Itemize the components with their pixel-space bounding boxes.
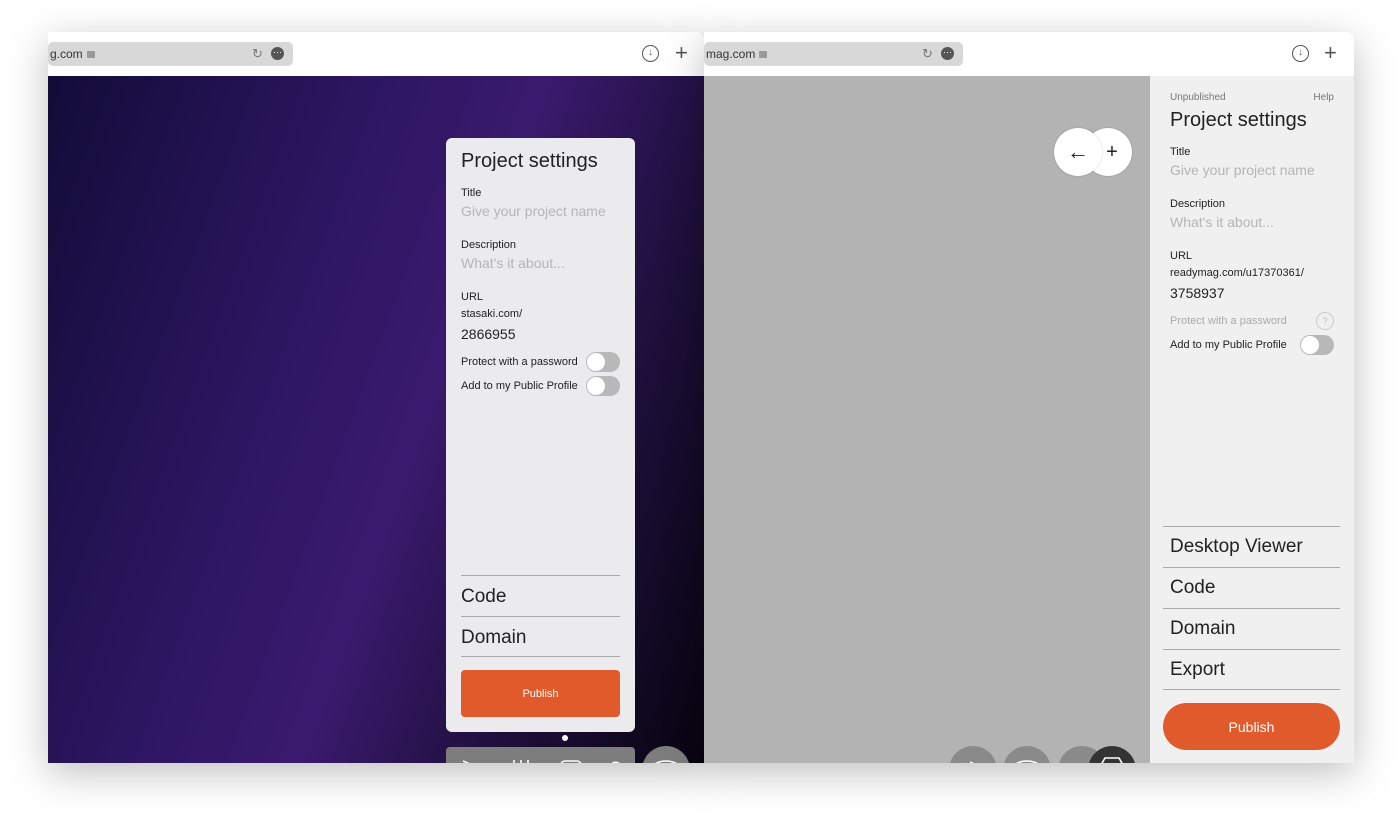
address-bar[interactable]: mag.com ↻ ··· bbox=[704, 42, 963, 66]
description-label: Description bbox=[1170, 198, 1226, 210]
project-settings-sidebar: Unpublished Help Project settings Title … bbox=[1150, 76, 1354, 763]
description-label: Description bbox=[461, 239, 517, 251]
columns-icon[interactable] bbox=[510, 758, 532, 763]
lock-icon bbox=[759, 51, 768, 58]
browser-toolbar: mag.com ↻ ··· ↓ + bbox=[704, 32, 1354, 76]
profile-row: Add to my Public Profile bbox=[1170, 333, 1334, 357]
section-domain[interactable]: Domain bbox=[1163, 608, 1340, 649]
lock-select-button[interactable] bbox=[949, 746, 997, 763]
password-row: Protect with a password bbox=[461, 350, 620, 374]
section-desktop-viewer[interactable]: Desktop Viewer bbox=[1163, 526, 1340, 567]
address-text: mag.com bbox=[706, 47, 756, 61]
password-toggle[interactable] bbox=[586, 352, 620, 372]
panel-title: Project settings bbox=[461, 150, 598, 172]
browser-window-right: mag.com ↻ ··· ↓ + + ← Unpublished Help P… bbox=[704, 32, 1354, 763]
cursor-icon[interactable] bbox=[459, 758, 483, 763]
help-icon[interactable]: ? bbox=[609, 757, 621, 763]
url-label: URL bbox=[461, 291, 484, 303]
settings-toggle-icon[interactable] bbox=[559, 758, 583, 763]
bottom-toolbar: ? bbox=[446, 747, 635, 763]
lock-icon bbox=[86, 51, 95, 58]
sidebar-header: Unpublished Help bbox=[1170, 92, 1334, 103]
download-icon[interactable]: ↓ bbox=[1292, 45, 1309, 62]
divider bbox=[1163, 689, 1340, 690]
description-input[interactable]: What's it about... bbox=[461, 255, 620, 271]
password-row: Protect with a password? bbox=[1170, 309, 1334, 333]
password-label: Protect with a password bbox=[461, 356, 578, 368]
section-export[interactable]: Export bbox=[1163, 649, 1340, 690]
profile-toggle[interactable] bbox=[586, 376, 620, 396]
reload-icon[interactable]: ↻ bbox=[922, 42, 933, 66]
title-label: Title bbox=[461, 187, 482, 199]
settings-button[interactable] bbox=[1088, 746, 1136, 763]
back-button[interactable]: ← bbox=[1054, 128, 1102, 176]
preview-button[interactable] bbox=[642, 746, 690, 763]
more-icon[interactable]: ··· bbox=[271, 47, 284, 60]
browser-toolbar: g.com ↻ ··· ↓ + bbox=[48, 32, 704, 76]
arrow-left-icon: ← bbox=[1067, 139, 1089, 164]
url-label: URL bbox=[1170, 250, 1193, 262]
eye-icon bbox=[654, 760, 678, 763]
eye-icon bbox=[1015, 760, 1039, 763]
url-domain: stasaki.com/ bbox=[461, 308, 523, 320]
section-code[interactable]: Code bbox=[461, 575, 620, 616]
section-code[interactable]: Code bbox=[1163, 567, 1340, 608]
url-domain: readymag.com/u17370361/ bbox=[1170, 267, 1304, 279]
profile-row: Add to my Public Profile bbox=[461, 374, 620, 398]
hexagon-settings-icon bbox=[1101, 757, 1123, 763]
locked-cursor-icon bbox=[961, 761, 975, 763]
divider bbox=[461, 656, 620, 657]
project-settings-panel: Project settings Title Give your project… bbox=[446, 138, 635, 732]
password-label: Protect with a password bbox=[1170, 315, 1287, 327]
new-tab-icon[interactable]: + bbox=[1324, 40, 1337, 66]
browser-window-left: g.com ↻ ··· ↓ + Project settings Title G… bbox=[48, 32, 704, 763]
password-help-icon[interactable]: ? bbox=[1316, 312, 1334, 330]
url-slug-input[interactable]: 3758937 bbox=[1170, 285, 1334, 301]
profile-label: Add to my Public Profile bbox=[1170, 339, 1287, 351]
title-input[interactable]: Give your project name bbox=[1170, 162, 1334, 178]
address-text: g.com bbox=[50, 47, 83, 61]
more-icon[interactable]: ··· bbox=[941, 47, 954, 60]
help-link[interactable]: Help bbox=[1313, 92, 1334, 103]
download-icon[interactable]: ↓ bbox=[642, 45, 659, 62]
publish-button[interactable]: Publish bbox=[461, 670, 620, 717]
panel-pointer bbox=[562, 735, 568, 741]
description-input[interactable]: What's it about... bbox=[1170, 214, 1334, 230]
status-label: Unpublished bbox=[1170, 92, 1226, 103]
sidebar-title: Project settings bbox=[1170, 109, 1307, 131]
canvas: + ← bbox=[704, 76, 1150, 763]
section-domain[interactable]: Domain bbox=[461, 616, 620, 657]
address-bar[interactable]: g.com ↻ ··· bbox=[48, 42, 293, 66]
profile-label: Add to my Public Profile bbox=[461, 380, 578, 392]
publish-button[interactable]: Publish bbox=[1163, 703, 1340, 750]
canvas: Project settings Title Give your project… bbox=[48, 76, 704, 763]
profile-toggle[interactable] bbox=[1300, 335, 1334, 355]
reload-icon[interactable]: ↻ bbox=[252, 42, 263, 66]
preview-button[interactable] bbox=[1003, 746, 1051, 763]
title-input[interactable]: Give your project name bbox=[461, 203, 620, 219]
url-slug-input[interactable]: 2866955 bbox=[461, 326, 620, 342]
new-tab-icon[interactable]: + bbox=[675, 40, 688, 66]
plus-icon: + bbox=[1106, 140, 1118, 163]
title-label: Title bbox=[1170, 146, 1191, 158]
